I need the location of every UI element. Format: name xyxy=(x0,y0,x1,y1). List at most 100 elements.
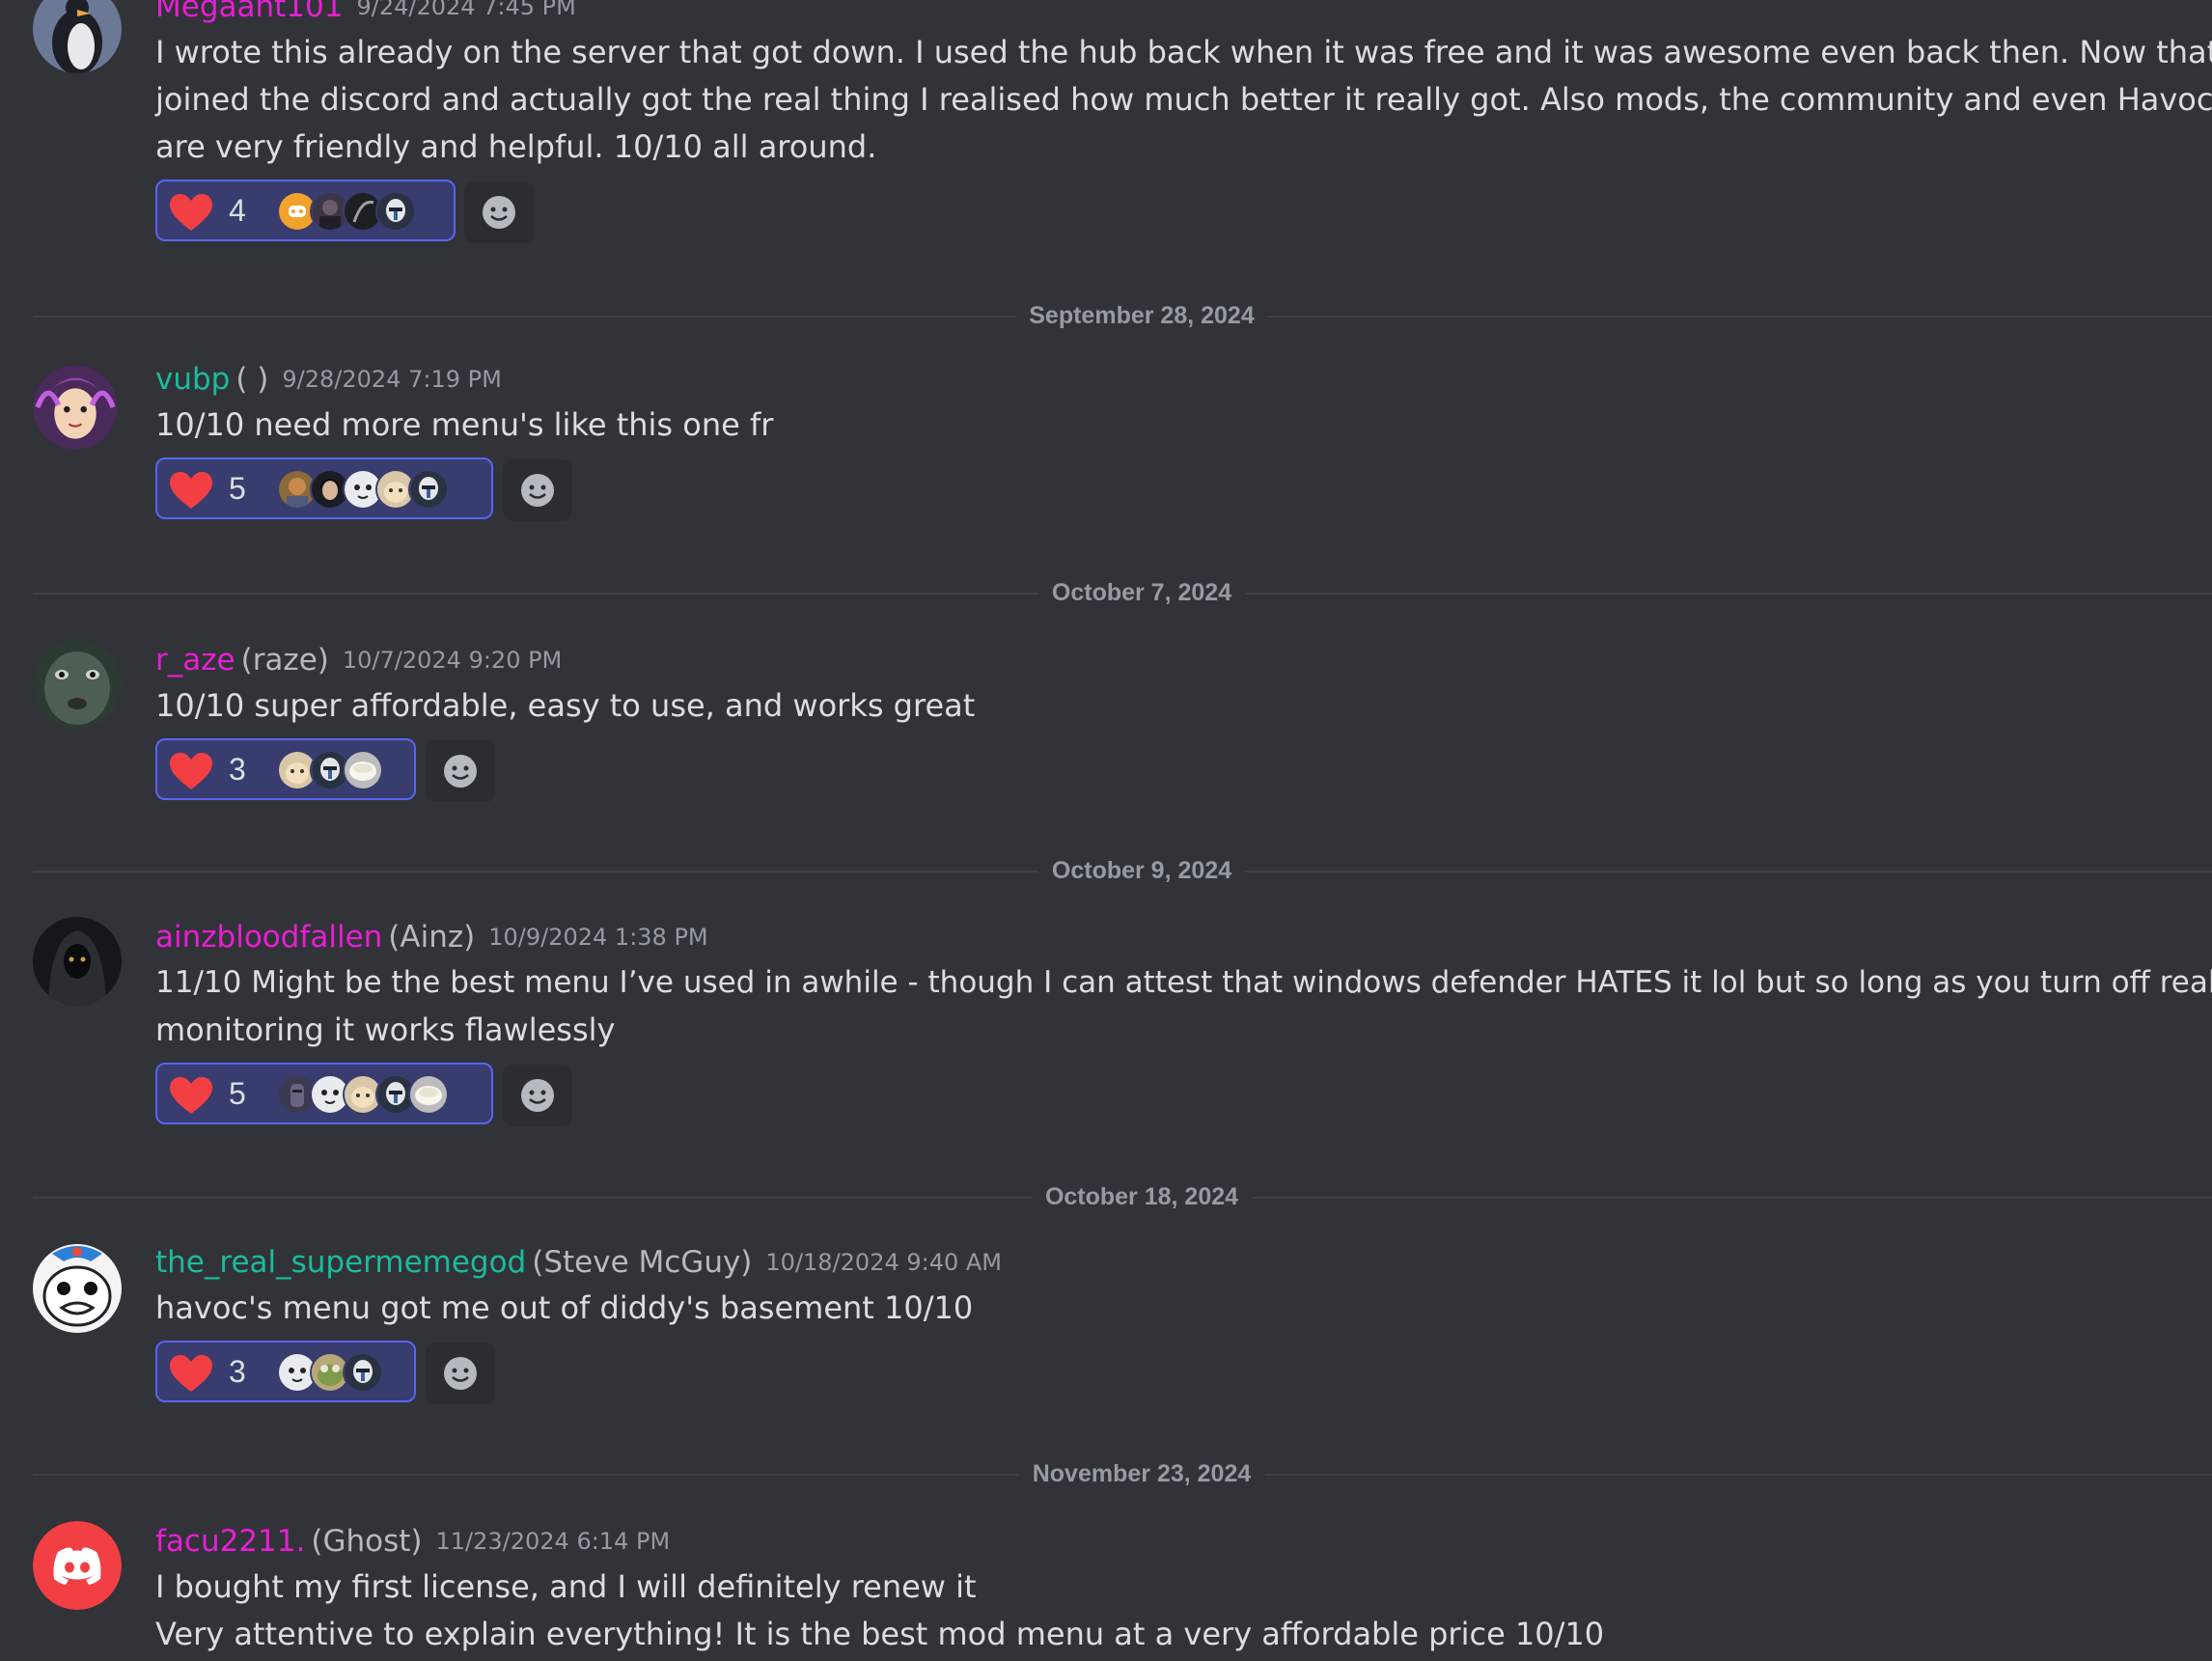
white-cat-avatar-icon[interactable] xyxy=(33,1244,122,1333)
message-text: 11/10 Might be the best menu I’ve used i… xyxy=(155,965,2212,1000)
username[interactable]: the_real_supermemegod xyxy=(155,1245,526,1280)
clone-trooper-avatar-icon xyxy=(345,1354,381,1391)
clone-trooper-avatar-icon xyxy=(312,752,348,789)
message-header: facu2211. (Ghost) 11/23/2024 6:14 PM xyxy=(155,1519,2206,1564)
dark-figure-avatar-icon xyxy=(312,193,348,230)
heart-reaction-button[interactable]: 3 xyxy=(155,738,416,800)
timestamp: 11/23/2024 6:14 PM xyxy=(435,1528,671,1555)
heart-reaction-button[interactable]: 5 xyxy=(155,457,493,519)
cat-face-avatar-icon xyxy=(279,752,316,789)
reaction-count: 3 xyxy=(229,752,246,787)
add-reaction-button[interactable] xyxy=(426,1343,495,1404)
message-text: 10/10 super affordable, easy to use, and… xyxy=(155,687,976,724)
discord-default-avatar-icon[interactable] xyxy=(33,1521,122,1610)
armored-figure-avatar-icon xyxy=(279,1076,316,1113)
date-divider: October 7, 2024 xyxy=(33,576,2212,609)
username[interactable]: vubp xyxy=(155,362,230,397)
message-text: joined the discord and actually got the … xyxy=(155,81,2212,118)
username[interactable]: Megaant101 xyxy=(155,0,343,24)
reactions-row: 3 xyxy=(155,738,2206,804)
reaction-count: 3 xyxy=(229,1354,246,1389)
message-header: the_real_supermemegod (Steve McGuy) 10/18/… xyxy=(155,1240,2206,1285)
timestamp: 10/7/2024 9:20 PM xyxy=(342,647,563,674)
clone-trooper-avatar-icon xyxy=(377,193,414,230)
heart-reaction-button[interactable]: 3 xyxy=(155,1341,416,1402)
heart-icon xyxy=(170,1077,212,1114)
hooded-figure-avatar-icon[interactable] xyxy=(33,917,122,1006)
message-text: havoc's menu got me out of diddy's basem… xyxy=(155,1289,974,1326)
smiley-icon xyxy=(483,196,515,229)
add-reaction-button[interactable] xyxy=(503,1065,572,1126)
cat-face-avatar-icon xyxy=(377,471,414,508)
date-divider-label: October 7, 2024 xyxy=(1037,576,1246,609)
timestamp: 9/28/2024 7:19 PM xyxy=(282,366,502,393)
rice-bowl-avatar-icon xyxy=(410,1076,447,1113)
nickname: (Steve McGuy) xyxy=(532,1245,753,1280)
message-header: vubp( ) 9/28/2024 7:19 PM xyxy=(155,357,2206,401)
smiley-icon xyxy=(521,474,554,507)
add-reaction-button[interactable] xyxy=(464,181,534,243)
painting-avatar-icon xyxy=(279,471,316,508)
date-divider: September 28, 2024 xyxy=(33,299,2212,332)
username[interactable]: ainzbloodfallen xyxy=(155,920,382,955)
date-divider-label: October 18, 2024 xyxy=(1031,1180,1253,1213)
nickname: (raze) xyxy=(240,643,329,678)
message-text: are very friendly and helpful. 10/10 all… xyxy=(155,128,877,165)
clone-trooper-avatar-icon xyxy=(377,1076,414,1113)
heart-reaction-button[interactable]: 5 xyxy=(155,1063,493,1124)
date-divider: October 9, 2024 xyxy=(33,854,2212,887)
reaction-count: 5 xyxy=(229,471,246,506)
white-cat-avatar-icon xyxy=(279,1354,316,1391)
message-content: the_real_supermemegod (Steve McGuy) 10/18/… xyxy=(155,1240,2206,1406)
reactions-row: 4 xyxy=(155,180,2206,245)
nickname: (Ainz) xyxy=(388,920,476,955)
heart-icon xyxy=(170,1355,212,1392)
penguin-avatar-icon[interactable] xyxy=(33,0,122,73)
anime-girl-avatar-icon[interactable] xyxy=(27,359,124,456)
dark-hair-avatar-icon xyxy=(312,471,348,508)
heart-icon xyxy=(170,472,212,509)
reactions-row: 3 xyxy=(155,1341,2206,1406)
smiley-icon xyxy=(444,755,477,788)
discord-logo-avatar-icon xyxy=(279,193,316,230)
message-content: ainzbloodfallen (Ainz) 10/9/2024 1:38 PM 1… xyxy=(155,915,2212,1128)
date-divider-label: November 23, 2024 xyxy=(1018,1457,1265,1490)
message-text: I wrote this already on the server that … xyxy=(155,34,2212,70)
message-text: 10/10 need more menu's like this one fr xyxy=(155,406,774,443)
username[interactable]: r_aze xyxy=(155,643,235,678)
rice-bowl-avatar-icon xyxy=(345,752,381,789)
dark-scythe-avatar-icon xyxy=(345,193,381,230)
heart-reaction-button[interactable]: 4 xyxy=(155,180,456,241)
reaction-count: 5 xyxy=(229,1076,246,1111)
white-cat-avatar-icon xyxy=(312,1076,348,1113)
reactions-row: 5 xyxy=(155,1063,2206,1128)
message-content: Megaant101 9/24/2024 7:45 PM I wrote this… xyxy=(155,0,2212,245)
add-reaction-button[interactable] xyxy=(426,740,495,802)
white-cat-avatar-icon xyxy=(345,471,381,508)
nickname: ( ) xyxy=(235,362,269,397)
date-divider: October 18, 2024 xyxy=(33,1180,2212,1213)
timestamp: 10/9/2024 1:38 PM xyxy=(488,924,708,951)
message-header: ainzbloodfallen (Ainz) 10/9/2024 1:38 PM xyxy=(155,915,2206,959)
message-content: facu2211. (Ghost) 11/23/2024 6:14 PM I bou… xyxy=(155,1519,2206,1658)
fish-face-avatar-icon[interactable] xyxy=(33,640,122,729)
message-content: vubp( ) 9/28/2024 7:19 PM 10/10 need more… xyxy=(155,357,2206,523)
heart-icon xyxy=(170,194,212,231)
message-feed: Megaant101 9/24/2024 7:45 PM I wrote this… xyxy=(0,0,2212,1661)
clone-trooper-avatar-icon xyxy=(410,471,447,508)
reactions-row: 5 xyxy=(155,457,2206,523)
smiley-icon xyxy=(444,1357,477,1390)
smiley-icon xyxy=(521,1079,554,1112)
message-text: Very attentive to explain everything! It… xyxy=(155,1616,1605,1652)
message-header: r_aze (raze) 10/7/2024 9:20 PM xyxy=(155,638,2206,682)
frog-avatar-icon xyxy=(312,1354,348,1391)
username[interactable]: facu2211. xyxy=(155,1524,305,1559)
timestamp: 10/18/2024 9:40 AM xyxy=(765,1249,1003,1276)
message-text: I bought my first license, and I will de… xyxy=(155,1568,977,1605)
cat-face-avatar-icon xyxy=(345,1076,381,1113)
add-reaction-button[interactable] xyxy=(503,459,572,521)
date-divider: November 23, 2024 xyxy=(33,1457,2212,1490)
date-divider-label: September 28, 2024 xyxy=(1015,299,1268,332)
message-content: r_aze (raze) 10/7/2024 9:20 PM 10/10 super… xyxy=(155,638,2206,804)
date-divider-label: October 9, 2024 xyxy=(1037,854,1246,887)
